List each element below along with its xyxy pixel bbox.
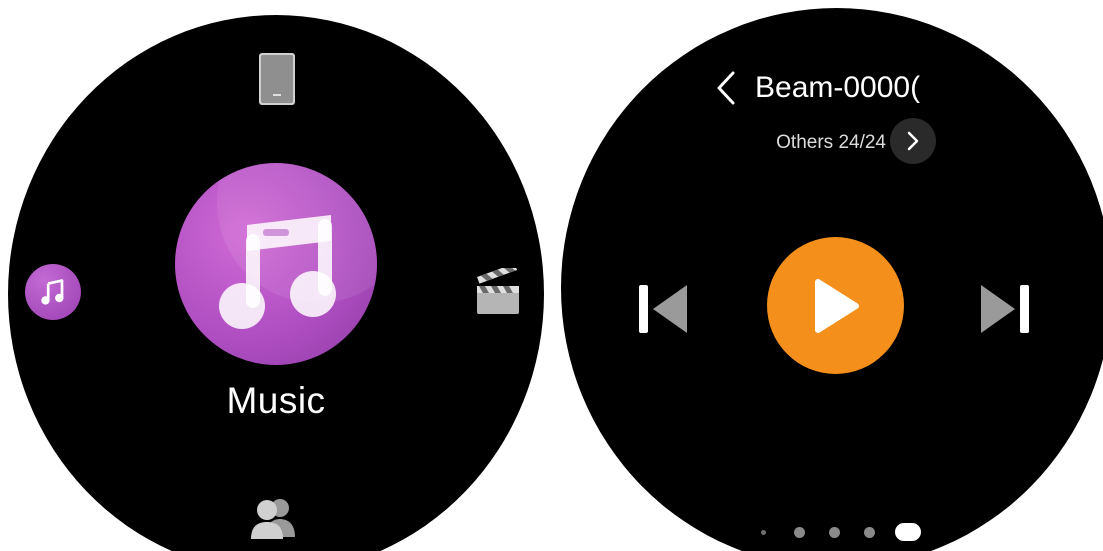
contacts-app-icon[interactable] <box>249 497 299 539</box>
play-button[interactable] <box>767 237 904 374</box>
page-indicator <box>761 521 921 543</box>
previous-track-icon <box>639 285 687 333</box>
tablet-icon <box>259 53 295 105</box>
next-track-icon <box>981 285 1029 333</box>
selected-app-label: Music <box>226 380 326 421</box>
tablet-app-icon[interactable] <box>258 52 296 106</box>
device-name: Beam-0000( <box>755 71 921 104</box>
page-dot <box>829 526 840 538</box>
screen: Music Beam-0000(Others 24/24 <box>0 0 1103 551</box>
video-app-icon[interactable] <box>475 268 521 316</box>
contacts-icon <box>251 499 295 539</box>
music-note-icon <box>41 279 64 305</box>
previous-track-button[interactable] <box>635 280 691 338</box>
play-icon <box>814 278 859 333</box>
back-button[interactable] <box>713 70 737 106</box>
page-dot <box>761 529 766 535</box>
music-source-label[interactable]: Others 24/24 <box>736 128 886 158</box>
chevron-left-icon <box>717 71 735 105</box>
source-next-button[interactable] <box>890 118 936 164</box>
page-dot <box>794 526 805 538</box>
chevron-right-icon <box>907 131 919 151</box>
music-app-selected-icon[interactable] <box>175 163 377 365</box>
music-app-small-icon[interactable] <box>25 264 81 320</box>
player-watch-face: Beam-0000( Others 24/24 <box>561 8 1103 551</box>
page-dot-active <box>895 523 921 541</box>
music-note-icon <box>219 215 336 329</box>
clapperboard-icon <box>477 268 519 314</box>
page-dot <box>864 526 875 538</box>
launcher-watch-face: Music <box>8 15 544 551</box>
next-track-button[interactable] <box>977 280 1033 338</box>
